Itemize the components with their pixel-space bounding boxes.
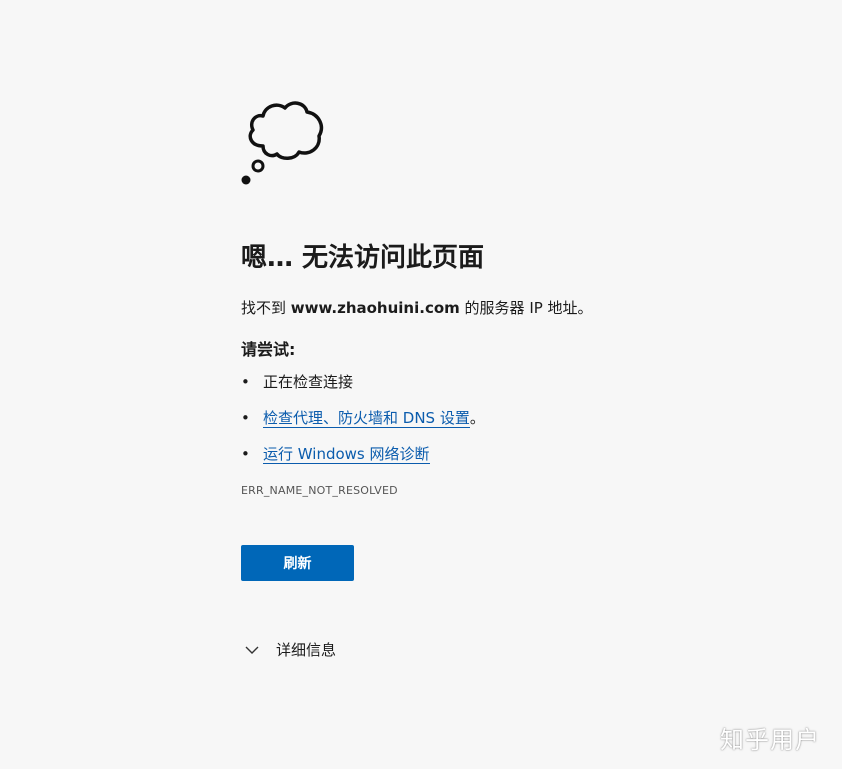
check-proxy-firewall-dns-link[interactable]: 检查代理、防火墙和 DNS 设置 [263,409,470,428]
description-prefix: 找不到 [241,299,291,317]
description-suffix: 的服务器 IP 地址。 [459,299,593,317]
details-label: 详细信息 [276,641,337,659]
suggestion-check-connection: • 正在检查连接 [241,370,801,394]
bullet: • [241,409,250,427]
try-heading: 请尝试: [241,340,296,359]
hostname: www.zhaohuini.com [290,299,460,317]
run-windows-network-diagnostics-link[interactable]: 运行 Windows 网络诊断 [263,445,430,464]
suggestion-run-diagnostics: • 运行 Windows 网络诊断 [241,442,801,466]
error-page: 嗯… 无法访问此页面 找不到 www.zhaohuini.com 的服务器 IP… [241,100,801,660]
bullet: • [241,373,250,391]
suggestions-list: • 正在检查连接 • 检查代理、防火墙和 DNS 设置。 • 运行 Window… [241,370,801,466]
suggestion-check-proxy: • 检查代理、防火墙和 DNS 设置。 [241,406,801,430]
refresh-button[interactable]: 刷新 [241,545,354,581]
error-description: 找不到 www.zhaohuini.com 的服务器 IP 地址。 [241,296,801,320]
error-code: ERR_NAME_NOT_RESOLVED [241,484,398,497]
page-title: 嗯… 无法访问此页面 [241,243,485,273]
suggestion-suffix: 。 [469,409,485,427]
thought-cloud-icon [241,101,324,185]
bullet: • [241,445,250,463]
suggestion-text: 正在检查连接 [263,373,354,391]
chevron-down-icon [245,646,259,654]
details-toggle[interactable]: 详细信息 [241,639,801,660]
watermark: 知乎用户 [720,726,820,754]
